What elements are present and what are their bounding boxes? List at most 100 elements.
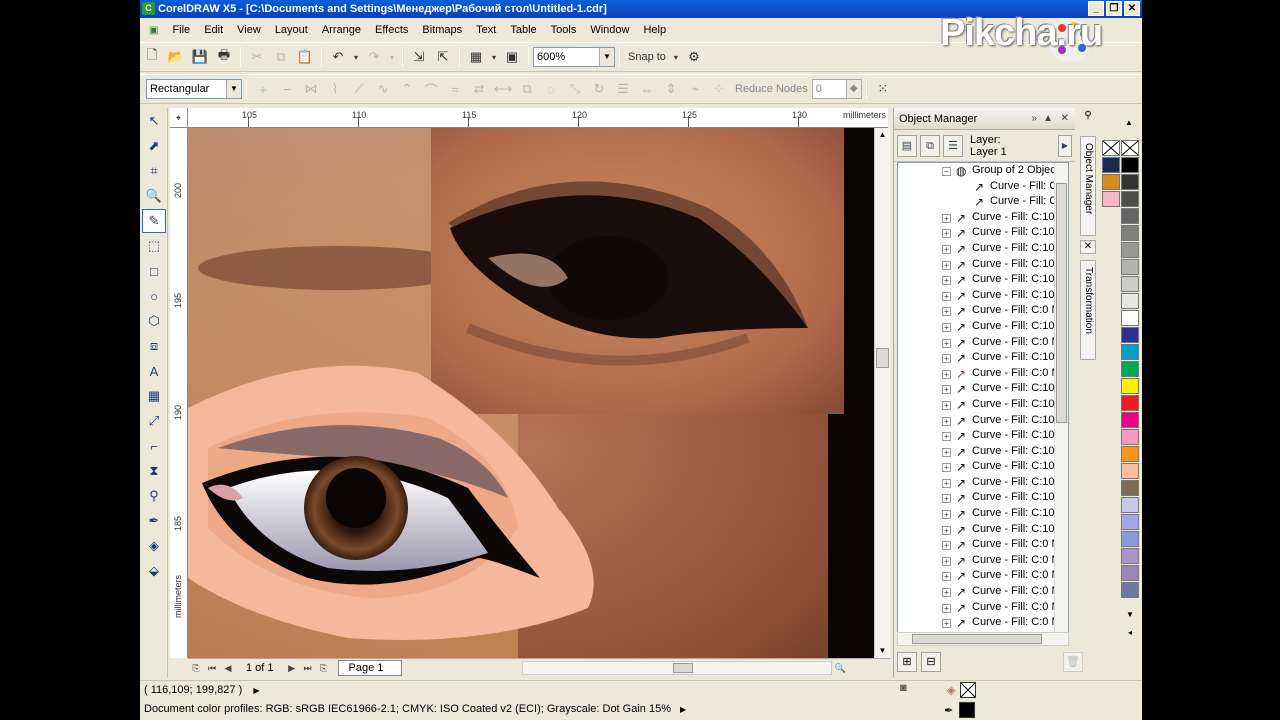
options-icon[interactable]: ⚙: [683, 46, 705, 68]
menu-table[interactable]: Table: [503, 24, 543, 36]
snap-to-button[interactable]: Snap to: [624, 51, 670, 63]
color-swatch[interactable]: [1121, 446, 1139, 462]
tree-item-row[interactable]: + ↗ Curve - Fill: C:0 M: [898, 303, 1068, 319]
group-row[interactable]: − ◍ Group of 2 Object: [898, 163, 1068, 179]
symmetrical-node-icon[interactable]: ≈: [444, 78, 466, 100]
color-swatch[interactable]: [1121, 208, 1139, 224]
color-swatch[interactable]: [1121, 582, 1139, 598]
color-swatch[interactable]: [1121, 463, 1139, 479]
scroll-down-icon[interactable]: ▼: [875, 644, 890, 658]
tree-item-row[interactable]: + ↗ Curve - Fill: C:100: [898, 319, 1068, 335]
tree-item-row[interactable]: + ↗ Curve - Fill: C:0 M: [898, 537, 1068, 553]
fill-none-swatch[interactable]: [959, 682, 976, 698]
tree-item-row[interactable]: + ↗ Curve - Fill: C:0 M: [898, 600, 1068, 616]
tree-item-row[interactable]: + ↗ Curve - Fill: C:0 M: [898, 366, 1068, 382]
tree-item-row[interactable]: + ↗ Curve - Fill: C:100: [898, 444, 1068, 460]
color-swatch[interactable]: [1121, 531, 1139, 547]
expand-toggle-icon[interactable]: +: [942, 541, 951, 551]
object-tree[interactable]: − ◍ Group of 2 Object ↗ Curve - Fill: C …: [897, 162, 1069, 640]
color-swatch[interactable]: [1121, 565, 1139, 581]
selection-mode-combo[interactable]: Rectangular ▼: [146, 79, 242, 99]
expand-toggle-icon[interactable]: +: [942, 478, 951, 488]
new-master-layer-icon[interactable]: ⊟: [921, 652, 941, 672]
zoom-tool-icon[interactable]: 🔍: [142, 184, 166, 208]
menu-edit[interactable]: Edit: [197, 24, 230, 36]
menu-tools[interactable]: Tools: [544, 24, 584, 36]
interactive-fill-tool-icon[interactable]: ⬙: [142, 559, 166, 583]
color-swatch[interactable]: [1121, 225, 1139, 241]
tree-item-row[interactable]: + ↗ Curve - Fill: C:100: [898, 210, 1068, 226]
import-icon[interactable]: ⇲: [408, 46, 430, 68]
slider-icon[interactable]: ◆: [845, 80, 861, 98]
auto-close-icon[interactable]: ◌: [540, 78, 562, 100]
curve-smoothness-field[interactable]: 0 ◆: [811, 79, 862, 99]
shape-tool-icon[interactable]: ⬈: [142, 134, 166, 158]
scroll-up-icon[interactable]: ▲: [875, 128, 890, 142]
scroll-thumb[interactable]: [673, 662, 694, 673]
chevron-down-icon[interactable]: ▼: [226, 80, 241, 98]
color-swatch[interactable]: [1121, 276, 1139, 292]
tree-horizontal-scrollbar[interactable]: [897, 632, 1069, 646]
expand-toggle-icon[interactable]: +: [942, 338, 951, 348]
color-swatch[interactable]: [1121, 395, 1139, 411]
close-tab-icon[interactable]: ✕: [1080, 240, 1096, 254]
color-swatch[interactable]: [1121, 191, 1139, 207]
color-swatch[interactable]: [1121, 327, 1139, 343]
color-profiles-text[interactable]: Document color profiles: RGB: sRGB IEC61…: [144, 703, 671, 715]
expand-toggle-icon[interactable]: +: [942, 260, 951, 270]
expand-toggle-icon[interactable]: +: [942, 322, 951, 332]
tree-item-row[interactable]: + ↗ Curve - Fill: C:100: [898, 241, 1068, 257]
dimension-tool-icon[interactable]: ⤢: [142, 409, 166, 433]
ruler-origin[interactable]: ⌖: [170, 108, 188, 128]
snapshot-icon[interactable]: ◙: [900, 682, 907, 698]
copy-icon[interactable]: ⧉: [270, 46, 292, 68]
expand-toggle-icon[interactable]: +: [942, 603, 951, 613]
no-color-swatch[interactable]: [1121, 140, 1139, 156]
new-document-icon[interactable]: 🗋: [141, 46, 163, 68]
expand-toggle-icon[interactable]: +: [942, 463, 951, 473]
zoom-one-shot-icon[interactable]: 🔍: [832, 661, 848, 675]
tree-item-row[interactable]: + ↗ Curve - Fill: C:100: [898, 225, 1068, 241]
tree-scrollbar[interactable]: [1054, 163, 1068, 639]
elastic-mode-icon[interactable]: ⌁: [684, 78, 706, 100]
menu-effects[interactable]: Effects: [368, 24, 415, 36]
previous-page-icon[interactable]: ◀: [220, 661, 236, 675]
tree-item-row[interactable]: + ↗ Curve - Fill: C:0 M: [898, 615, 1068, 631]
text-tool-icon[interactable]: A: [142, 359, 166, 383]
tab-transformation[interactable]: Transformation: [1080, 260, 1096, 360]
minimize-docker-icon[interactable]: ▲: [1043, 108, 1053, 130]
status-expand-icon[interactable]: ▶: [253, 686, 259, 695]
expand-toggle-icon[interactable]: +: [942, 244, 951, 254]
redo-icon[interactable]: ↷: [363, 46, 385, 68]
color-swatch[interactable]: [1121, 412, 1139, 428]
page-tab[interactable]: Page 1: [337, 659, 403, 676]
layer-manager-icon[interactable]: ☰: [943, 134, 963, 157]
tree-item-row[interactable]: + ↗ Curve - Fill: C:100: [898, 272, 1068, 288]
zoom-levels-combo[interactable]: 600% ▼: [533, 47, 615, 67]
expand-toggle-icon[interactable]: +: [942, 556, 951, 566]
first-page-icon[interactable]: ⏮: [204, 661, 220, 675]
color-swatch[interactable]: [1121, 480, 1139, 496]
tree-item-row[interactable]: + ↗ Curve - Fill: C:100: [898, 381, 1068, 397]
select-all-nodes-grid-icon[interactable]: ⁙: [872, 78, 894, 100]
close-docker-icon[interactable]: ✕: [1061, 108, 1069, 130]
expand-toggle-icon[interactable]: +: [942, 416, 951, 426]
status-expand-icon[interactable]: ▶: [680, 705, 686, 714]
menu-help[interactable]: Help: [636, 24, 673, 36]
mirror-horizontal-icon[interactable]: ⇔: [636, 78, 658, 100]
menu-file[interactable]: File: [165, 24, 197, 36]
tree-item-row[interactable]: + ↗ Curve - Fill: C:100: [898, 506, 1068, 522]
freehand-tool-icon[interactable]: ✎: [142, 209, 166, 233]
tree-item-row[interactable]: + ↗ Curve - Fill: C:100: [898, 397, 1068, 413]
ellipse-tool-icon[interactable]: ○: [142, 284, 166, 308]
outline-black-swatch[interactable]: [959, 702, 976, 718]
last-page-icon[interactable]: ⏭: [300, 661, 316, 675]
tree-item-row[interactable]: + ↗ Curve - Fill: C:100: [898, 413, 1068, 429]
expand-toggle-icon[interactable]: +: [942, 510, 951, 520]
to-curve-icon[interactable]: ∿: [372, 78, 394, 100]
launcher-dropdown-icon[interactable]: ▾: [489, 46, 499, 68]
export-icon[interactable]: ⇱: [432, 46, 454, 68]
color-swatch[interactable]: [1102, 174, 1120, 190]
crop-tool-icon[interactable]: ⌗: [142, 159, 166, 183]
tree-item-row[interactable]: + ↗ Curve - Fill: C:100: [898, 257, 1068, 273]
